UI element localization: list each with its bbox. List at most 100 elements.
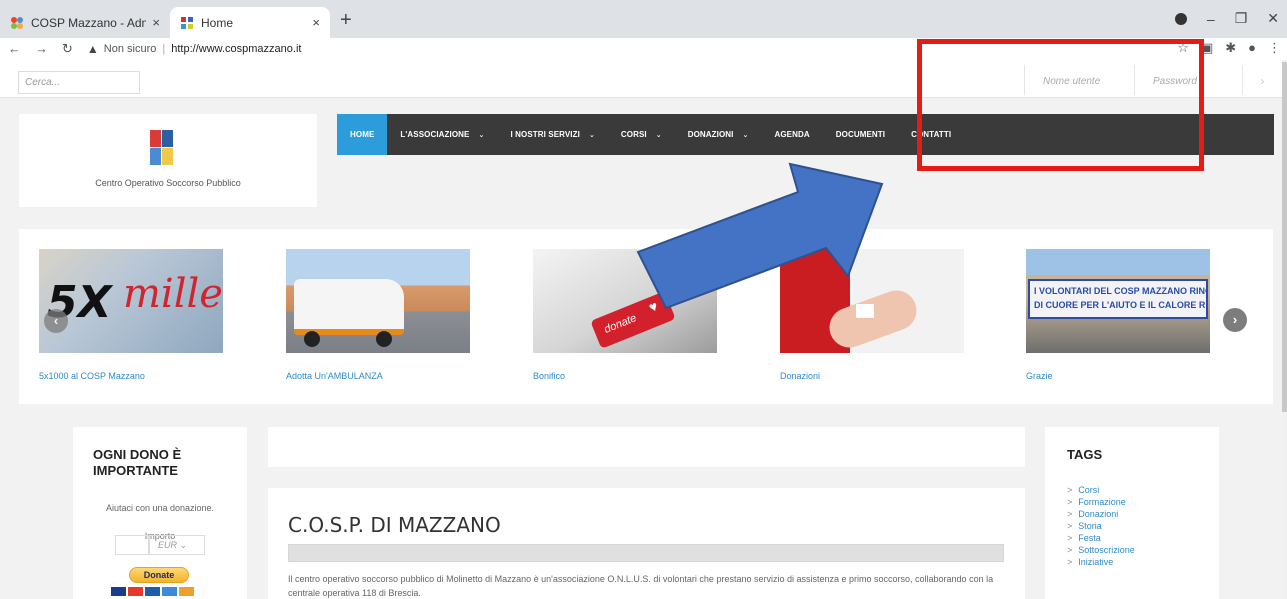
chevron-right-icon: >: [1067, 497, 1073, 507]
tag-item[interactable]: > Festa: [1067, 532, 1135, 544]
back-icon[interactable]: ←: [8, 41, 21, 57]
tab-title: COSP Mazzano - Administration: [31, 15, 146, 30]
chevron-right-icon: >: [1067, 557, 1073, 567]
carousel-prev-button[interactable]: ‹: [44, 309, 68, 333]
bookmark-star-icon[interactable]: ☆: [1177, 40, 1189, 56]
carousel-image-bonifico[interactable]: donate ♥: [533, 249, 717, 353]
account-icon[interactable]: ●: [1248, 40, 1256, 56]
scrollbar-thumb[interactable]: [1282, 62, 1287, 412]
donate-button[interactable]: Donate: [129, 567, 189, 583]
tag-item[interactable]: > Donazioni: [1067, 508, 1135, 520]
tag-item[interactable]: > Iniziative: [1067, 556, 1135, 568]
chevron-down-icon: ⌄: [588, 131, 595, 139]
nav-corsi[interactable]: CORSI ⌄: [608, 114, 675, 155]
tag-item[interactable]: > Sottoscrizione: [1067, 544, 1135, 556]
chevron-down-icon: ⌄: [655, 131, 662, 139]
chevron-right-icon: >: [1067, 509, 1073, 519]
tab-home[interactable]: Home ×: [170, 7, 330, 38]
article-image-placeholder: [288, 544, 1004, 562]
site-logo-box[interactable]: Centro Operativo Soccorso Pubblico: [19, 114, 317, 207]
tag-item[interactable]: > Formazione: [1067, 496, 1135, 508]
nav-home[interactable]: HOME: [337, 114, 388, 155]
nav-servizi[interactable]: I NOSTRI SERVIZI ⌄: [497, 114, 607, 155]
nav-associazione[interactable]: L'ASSOCIAZIONE ⌄: [387, 114, 497, 155]
password-field[interactable]: Password: [1134, 65, 1242, 95]
carousel-next-button[interactable]: ›: [1223, 308, 1247, 332]
security-label: Non sicuro: [103, 43, 157, 55]
donation-widget: OGNI DONO È IMPORTANTE Aiutaci con una d…: [73, 427, 247, 599]
tag-item[interactable]: > Storia: [1067, 520, 1135, 532]
puzzle-icon[interactable]: ✱: [1225, 40, 1236, 56]
content-top-box: [268, 427, 1025, 467]
warning-icon: ▲: [86, 42, 99, 56]
nav-donazioni[interactable]: DONAZIONI ⌄: [675, 114, 762, 155]
close-window-icon[interactable]: ✕: [1267, 10, 1279, 27]
chevron-down-icon: ⌄: [179, 540, 188, 550]
tag-list: > Corsi > Formazione > Donazioni > Storia > F…: [1067, 484, 1135, 568]
nav-agenda[interactable]: AGENDA: [761, 114, 822, 155]
address-bar[interactable]: ▲ Non sicuro | http://www.cospmazzano.it: [87, 42, 302, 56]
amount-input[interactable]: [115, 535, 149, 555]
carousel-image-ambulanza[interactable]: [286, 249, 470, 353]
chevron-down-icon: ⌄: [478, 131, 485, 139]
tags-widget: TAGS > Corsi > Formazione > Donazioni > Stor…: [1045, 427, 1219, 599]
carousel-caption[interactable]: Adotta Un'AMBULANZA: [286, 371, 383, 381]
window-controls: – ❐ ✕: [1174, 10, 1279, 27]
tags-title: TAGS: [1067, 447, 1103, 462]
menu-icon[interactable]: ⋮: [1268, 40, 1281, 56]
carousel-image-donazioni[interactable]: [780, 249, 964, 353]
currency-select[interactable]: EUR ⌄: [149, 535, 205, 555]
discover-icon: [179, 587, 194, 596]
visa-icon: [111, 587, 126, 596]
mastercard-icon: [128, 587, 143, 596]
search-input[interactable]: Cerca...: [18, 71, 140, 94]
carousel-caption[interactable]: 5x1000 al COSP Mazzano: [39, 371, 145, 381]
tag-item[interactable]: > Corsi: [1067, 484, 1135, 496]
article-text: Il centro operativo soccorso pubblico di…: [288, 574, 994, 598]
chevron-right-icon: >: [1067, 485, 1073, 495]
main-navigation: HOME L'ASSOCIAZIONE ⌄ I NOSTRI SERVIZI ⌄ C…: [337, 114, 1274, 155]
site-topbar: Cerca... Nome utente Password ›: [0, 60, 1287, 98]
tab-administration[interactable]: COSP Mazzano - Administration ×: [0, 7, 170, 38]
donation-title: OGNI DONO È IMPORTANTE: [93, 447, 182, 478]
chevron-right-icon: >: [1067, 533, 1073, 543]
new-tab-button[interactable]: +: [340, 9, 352, 32]
tab-title: Home: [201, 15, 234, 30]
payment-cards: [111, 587, 194, 596]
cosp-logo-icon: [150, 130, 174, 166]
forward-icon[interactable]: →: [35, 41, 48, 57]
logo-caption: Centro Operativo Soccorso Pubblico: [95, 178, 241, 188]
carousel-image-5x1000[interactable]: 5X mille: [39, 249, 223, 353]
heart-icon: ♥: [646, 297, 661, 316]
login-submit-button[interactable]: ›: [1242, 65, 1282, 95]
article-box: C.O.S.P. DI MAZZANO Il centro operativo …: [268, 488, 1025, 599]
close-tab-icon[interactable]: ×: [312, 15, 320, 30]
site-favicon-icon: [180, 16, 194, 30]
chevron-right-icon: >: [1067, 521, 1073, 531]
restore-icon[interactable]: ❐: [1235, 10, 1248, 27]
carousel-caption[interactable]: Bonifico: [533, 371, 565, 381]
url-separator: |: [162, 43, 166, 55]
image-carousel: 5X mille 5x1000 al COSP Mazzano Adotta U…: [19, 229, 1273, 404]
maestro-icon: [145, 587, 160, 596]
nav-documenti[interactable]: DOCUMENTI: [823, 114, 898, 155]
url-text[interactable]: http://www.cospmazzano.it: [171, 43, 301, 55]
article-title: C.O.S.P. DI MAZZANO: [288, 513, 501, 537]
carousel-caption[interactable]: Donazioni: [780, 371, 820, 381]
close-tab-icon[interactable]: ×: [152, 15, 160, 30]
nav-contatti[interactable]: CONTATTI: [898, 114, 964, 155]
chevron-right-icon: >: [1067, 545, 1073, 555]
reload-icon[interactable]: ↻: [62, 41, 73, 57]
browser-tabstrip: COSP Mazzano - Administration × Home × +…: [0, 0, 1287, 38]
chevron-down-icon: ⌄: [742, 131, 749, 139]
minimize-icon[interactable]: –: [1207, 11, 1215, 27]
carousel-caption[interactable]: Grazie: [1026, 371, 1053, 381]
extension-icon[interactable]: ▣: [1201, 40, 1213, 56]
amex-icon: [162, 587, 177, 596]
carousel-image-grazie[interactable]: I VOLONTARI DEL COSP MAZZANO RINGRAZIANO…: [1026, 249, 1210, 353]
browser-toolbar: ← → ↻ ▲ Non sicuro | http://www.cospmazz…: [0, 38, 1287, 60]
profile-indicator-icon[interactable]: [1174, 12, 1187, 25]
donation-text: Aiutaci con una donazione.: [105, 503, 215, 513]
joomla-icon: [10, 16, 24, 30]
username-field[interactable]: Nome utente: [1024, 65, 1134, 95]
